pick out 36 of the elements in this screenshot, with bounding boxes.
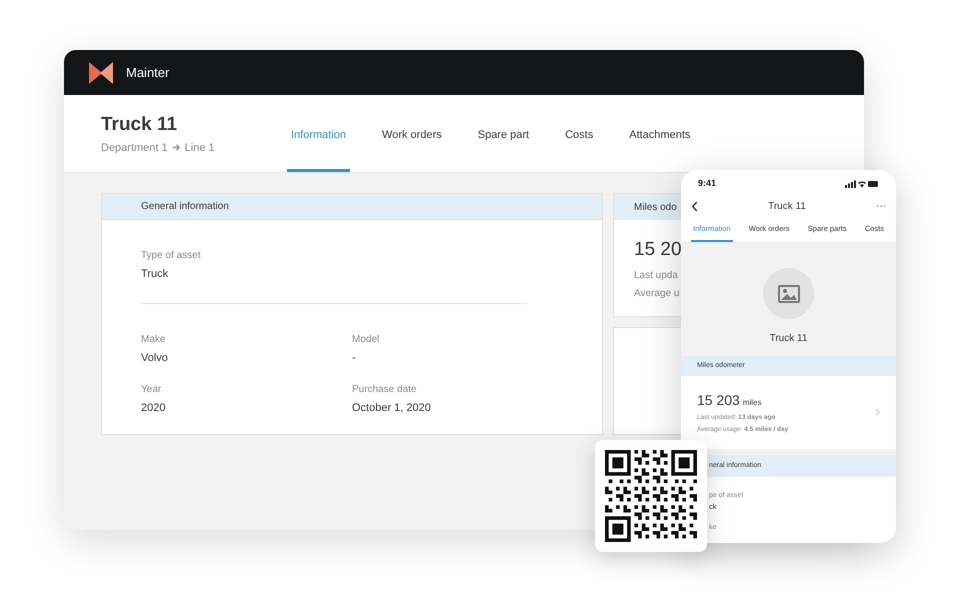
field-value: Truck [141, 267, 170, 282]
field-label: Type of asset [141, 249, 202, 263]
field-value: 2020 [141, 401, 166, 416]
asset-title: Truck 11 [101, 113, 178, 137]
tab[interactable]: Information [287, 95, 350, 172]
image-icon [778, 284, 800, 303]
field-label: Purchase date [352, 383, 418, 397]
chevron-right-icon [875, 408, 880, 417]
app-name: Mainter [126, 64, 170, 82]
asset-name: Truck 11 [770, 332, 808, 346]
odometer-detail: Average u [634, 286, 680, 300]
arrow-icon [172, 143, 181, 152]
field-value: Volvo [141, 350, 169, 366]
back-icon[interactable] [691, 201, 698, 212]
card-title: General information [141, 200, 229, 214]
tab[interactable]: Attachments [625, 95, 694, 172]
more-button[interactable]: ··· [876, 202, 886, 212]
field-label: Model [352, 332, 380, 346]
card-title: Miles odo [634, 200, 677, 214]
phone-title: Truck 11 [768, 200, 806, 214]
field-value: October 1, 2020 [352, 401, 432, 416]
tab[interactable]: Costs [561, 95, 598, 172]
tab[interactable]: Spare part [474, 95, 534, 172]
odometer-detail: Last upda [634, 268, 679, 282]
status-time: 9:41 [698, 177, 716, 190]
odometer-unit: miles [742, 397, 762, 410]
breadcrumb-item[interactable]: Line 1 [184, 140, 215, 156]
tab[interactable]: Work orders [378, 95, 446, 172]
field-value: - [352, 350, 357, 366]
odometer-value: 15 20 [634, 238, 683, 262]
qr-code-icon [605, 450, 697, 542]
odometer-value: 15 203 [697, 391, 740, 410]
logo-icon [88, 60, 114, 86]
field-label: Make [141, 332, 166, 346]
status-icons-icon [845, 180, 879, 188]
field-label: Year [141, 383, 162, 397]
